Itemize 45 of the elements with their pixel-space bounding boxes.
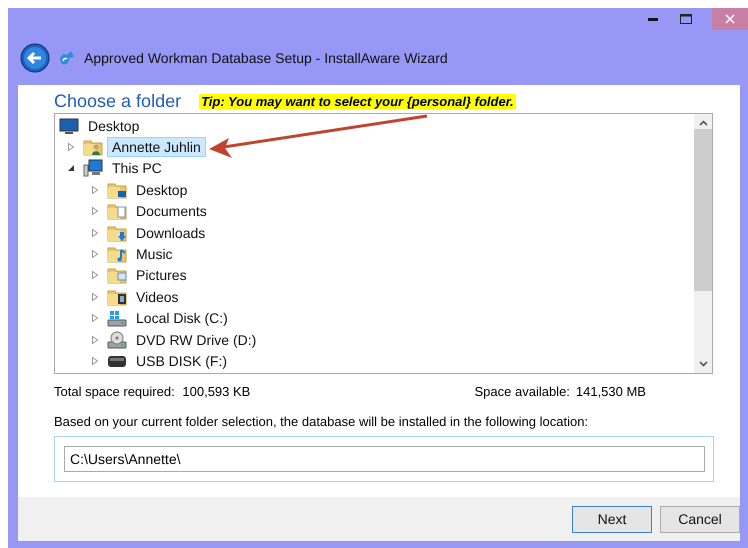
- close-button[interactable]: [712, 8, 748, 30]
- tree-item[interactable]: Pictures: [131, 265, 192, 286]
- tip-text: Tip: You may want to select your {personal} folder.: [199, 94, 516, 108]
- folder-icon: [107, 224, 127, 242]
- app-icon: [58, 48, 76, 66]
- tree-item[interactable]: Documents: [131, 201, 212, 222]
- drive-icon: [107, 309, 127, 328]
- minimize-icon[interactable]: [648, 18, 658, 20]
- scroll-down-icon[interactable]: [698, 361, 708, 367]
- folder-icon: [107, 288, 127, 306]
- tree-item[interactable]: USB DISK (F:): [131, 350, 232, 371]
- folder-icon: [107, 266, 127, 284]
- back-icon[interactable]: [20, 42, 50, 72]
- tree-item[interactable]: Annette Juhlin: [107, 137, 206, 158]
- required-label: Total space required:: [54, 384, 176, 398]
- tree-item[interactable]: Music: [131, 244, 178, 264]
- tree-item[interactable]: Downloads: [131, 222, 210, 243]
- dialog-button[interactable]: Cancel: [660, 506, 740, 532]
- scrollbar-thumb[interactable]: [694, 129, 712, 291]
- folder-icon: [107, 245, 127, 264]
- tree-item[interactable]: Desktop: [83, 116, 144, 136]
- folder-icon: [107, 180, 127, 199]
- close-icon: [725, 14, 735, 24]
- available-label: Space available:: [474, 384, 571, 398]
- page-heading: Choose a folder: [54, 90, 182, 112]
- scroll-up-icon[interactable]: [698, 120, 708, 126]
- tree-item[interactable]: Desktop: [131, 180, 192, 200]
- expander-icon[interactable]: [67, 164, 75, 172]
- path-field[interactable]: C:\Users\Annette\: [64, 446, 705, 472]
- disc-drive-icon: [107, 330, 127, 349]
- folder-icon: [107, 202, 127, 220]
- location-description: Based on your current folder selection, the database will be installed in the following location:: [54, 413, 590, 431]
- monitor-icon: [59, 116, 79, 135]
- tree-item[interactable]: Local Disk (C:): [131, 308, 233, 328]
- tree-item[interactable]: This PC: [107, 158, 167, 178]
- dialog-button[interactable]: Next: [572, 506, 652, 532]
- maximize-icon[interactable]: [680, 14, 692, 24]
- required-value: 100,593 KB: [182, 384, 252, 398]
- computer-icon: [83, 159, 103, 178]
- scrollbar[interactable]: [694, 114, 712, 373]
- user-folder-icon: [83, 138, 103, 156]
- tree-item[interactable]: Videos: [131, 286, 184, 307]
- available-value: 141,530 MB: [576, 384, 647, 398]
- tree-item[interactable]: DVD RW Drive (D:): [131, 330, 262, 350]
- window-title: Approved Workman Database Setup - InstallAware Wizard: [84, 50, 448, 66]
